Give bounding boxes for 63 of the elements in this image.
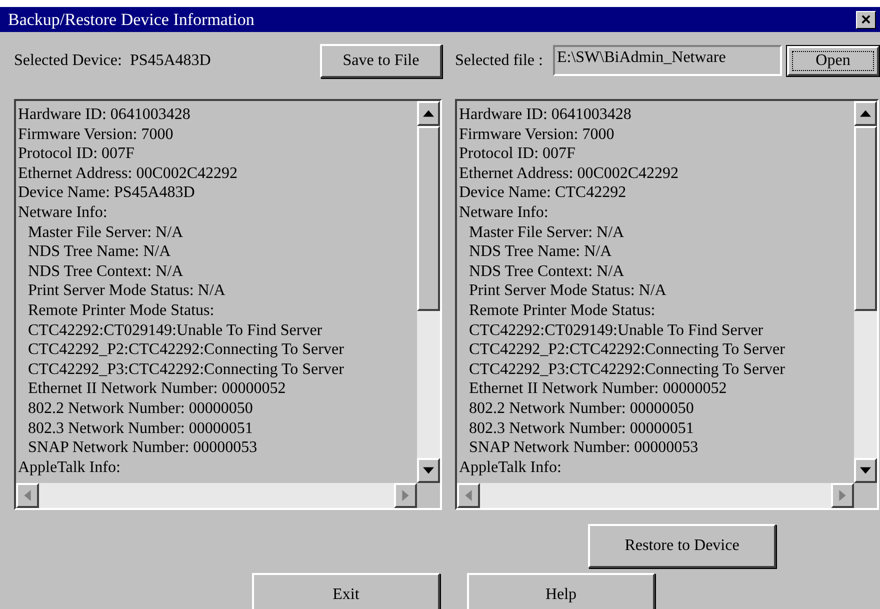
right-arrow-icon	[837, 490, 848, 501]
info-line: 802.3 Network Number: 00000051	[468, 418, 695, 438]
left-arrow-icon	[22, 490, 33, 501]
file-field[interactable]: E:\SW\BiAdmin_Netware	[552, 45, 782, 76]
info-line: NDS Tree Name: N/A	[27, 242, 172, 262]
horizontal-scrollbar[interactable]	[16, 483, 417, 508]
info-line: Ethernet II Network Number: 00000052	[27, 379, 287, 399]
dialog-button[interactable]: Help	[467, 573, 655, 609]
info-line: Netware Info:	[459, 202, 550, 223]
info-line: 802.3 Network Number: 00000051	[27, 418, 254, 438]
info-line: NDS Tree Context: N/A	[27, 262, 184, 282]
right-arrow-icon	[400, 490, 411, 501]
info-line: CTC42292_P3:CTC42292:Connecting To Server	[468, 360, 786, 380]
info-line: Firmware Version: 7000	[459, 124, 616, 144]
info-line: NDS Tree Name: N/A	[468, 242, 613, 262]
down-arrow-icon	[423, 465, 434, 476]
horizontal-scrollbar[interactable]	[457, 483, 854, 508]
info-line: Hardware ID: 0641003428	[459, 105, 632, 125]
up-arrow-icon	[860, 108, 871, 119]
info-line: SNAP Network Number: 00000053	[27, 438, 258, 458]
up-arrow-icon	[423, 108, 434, 119]
save-button[interactable]: Save to File	[320, 44, 442, 78]
info-line: 802.2 Network Number: 00000050	[27, 398, 254, 418]
info-line: Hardware ID: 0641003428	[18, 105, 192, 125]
device-value: PS45A483D	[130, 52, 212, 70]
info-line: Print Server Mode Status: N/A	[27, 281, 226, 301]
info-line: Print Server Mode Status: N/A	[468, 281, 668, 301]
info-line: CTC42292_P3:CTC42292:Connecting To Server	[27, 360, 345, 380]
info-line: Protocol ID: 007F	[459, 144, 576, 164]
info-line: AppleTalk Info:	[18, 458, 122, 478]
info-line: Master File Server: N/A	[27, 222, 184, 242]
info-line: AppleTalk Info:	[459, 458, 562, 478]
down-arrow-icon	[860, 465, 871, 476]
open-button[interactable]: Open	[787, 46, 879, 76]
info-line: Remote Printer Mode Status:	[468, 300, 656, 321]
info-line: SNAP Network Number: 00000053	[468, 438, 700, 458]
left-arrow-icon	[463, 490, 474, 501]
file-label: Selected file :	[455, 52, 543, 70]
info-line: Netware Info:	[18, 202, 108, 223]
info-line: Master File Server: N/A	[468, 222, 626, 242]
info-line: Device Name: CTC42292	[459, 183, 628, 203]
close-button[interactable]: ×	[856, 10, 876, 28]
vertical-scrollbar[interactable]	[417, 101, 440, 483]
restore-button[interactable]: Restore to Device	[588, 524, 776, 568]
info-line: CTC42292:CT029149:Unable To Find Server	[468, 320, 764, 340]
info-line: Device Name: PS45A483D	[18, 183, 196, 203]
info-line: Remote Printer Mode Status:	[27, 300, 216, 321]
info-line: CTC42292_P2:CTC42292:Connecting To Server	[27, 340, 345, 360]
info-list[interactable]	[455, 99, 879, 510]
device-label: Selected Device:	[14, 52, 122, 70]
info-line: Ethernet II Network Number: 00000052	[468, 379, 728, 399]
info-line: NDS Tree Context: N/A	[468, 262, 626, 282]
info-list[interactable]	[14, 99, 442, 510]
info-line: Ethernet Address: 00C002C42292	[18, 164, 239, 184]
info-line: Protocol ID: 007F	[18, 144, 136, 164]
info-line: CTC42292_P2:CTC42292:Connecting To Server	[468, 340, 786, 360]
dialog-button[interactable]: Exit	[252, 573, 440, 609]
info-line: 802.2 Network Number: 00000050	[468, 398, 695, 418]
info-line: Ethernet Address: 00C002C42292	[459, 164, 680, 184]
window-title: Backup/Restore Device Information	[8, 10, 254, 30]
vertical-scrollbar[interactable]	[854, 101, 877, 483]
info-line: CTC42292:CT029149:Unable To Find Server	[27, 320, 324, 340]
info-line: Firmware Version: 7000	[18, 124, 174, 144]
